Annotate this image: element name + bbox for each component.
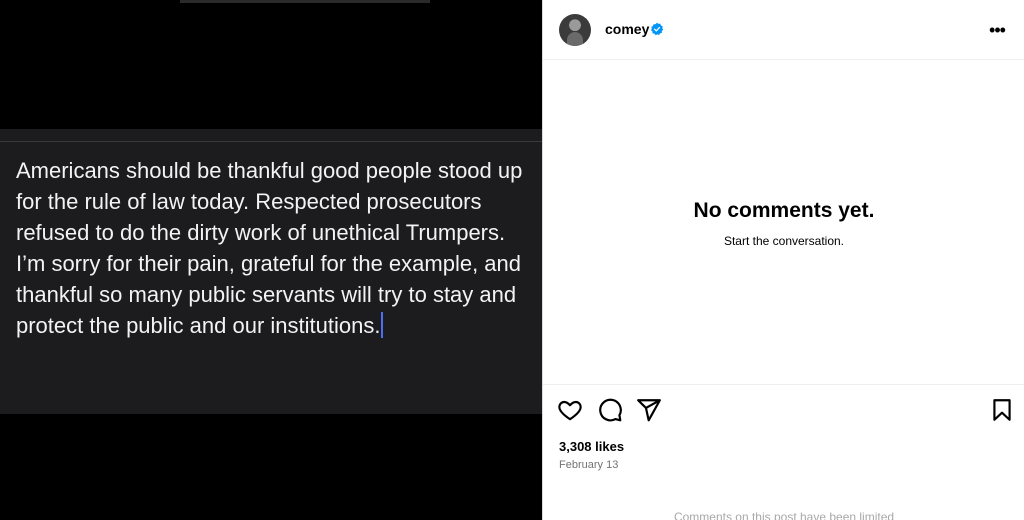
- save-button[interactable]: [989, 397, 1015, 423]
- note-text-block: Americans should be thankful good people…: [16, 155, 531, 341]
- more-options-button[interactable]: •••: [985, 20, 1009, 40]
- no-comments-title: No comments yet.: [693, 199, 875, 222]
- share-button[interactable]: [636, 397, 662, 423]
- heart-icon: [558, 400, 582, 421]
- media-top-edge: [180, 0, 430, 3]
- comment-icon: [599, 398, 622, 422]
- avatar[interactable]: [559, 14, 591, 46]
- actions-divider: [543, 384, 1024, 385]
- instagram-post-view: Americans should be thankful good people…: [0, 0, 1024, 520]
- verified-badge-icon: [650, 22, 664, 36]
- note-divider: [0, 141, 542, 142]
- post-side-panel: comey ••• No comments yet. Start the con…: [542, 0, 1024, 520]
- like-button[interactable]: [557, 397, 583, 423]
- post-media: Americans should be thankful good people…: [0, 0, 542, 520]
- screenshot-note-card: Americans should be thankful good people…: [0, 129, 542, 414]
- bookmark-icon: [993, 399, 1011, 421]
- username-link[interactable]: comey: [605, 21, 649, 37]
- post-header: comey •••: [543, 0, 1024, 60]
- share-icon: [637, 399, 661, 422]
- post-date[interactable]: February 13: [559, 459, 618, 471]
- text-caret: [381, 312, 384, 338]
- no-comments-subtitle: Start the conversation.: [723, 234, 845, 248]
- post-text: Americans should be thankful good people…: [16, 158, 523, 338]
- likes-count[interactable]: 3,308 likes: [559, 439, 624, 454]
- comments-limited-notice: Comments on this post have been limited: [673, 510, 895, 520]
- comment-button[interactable]: [597, 397, 623, 423]
